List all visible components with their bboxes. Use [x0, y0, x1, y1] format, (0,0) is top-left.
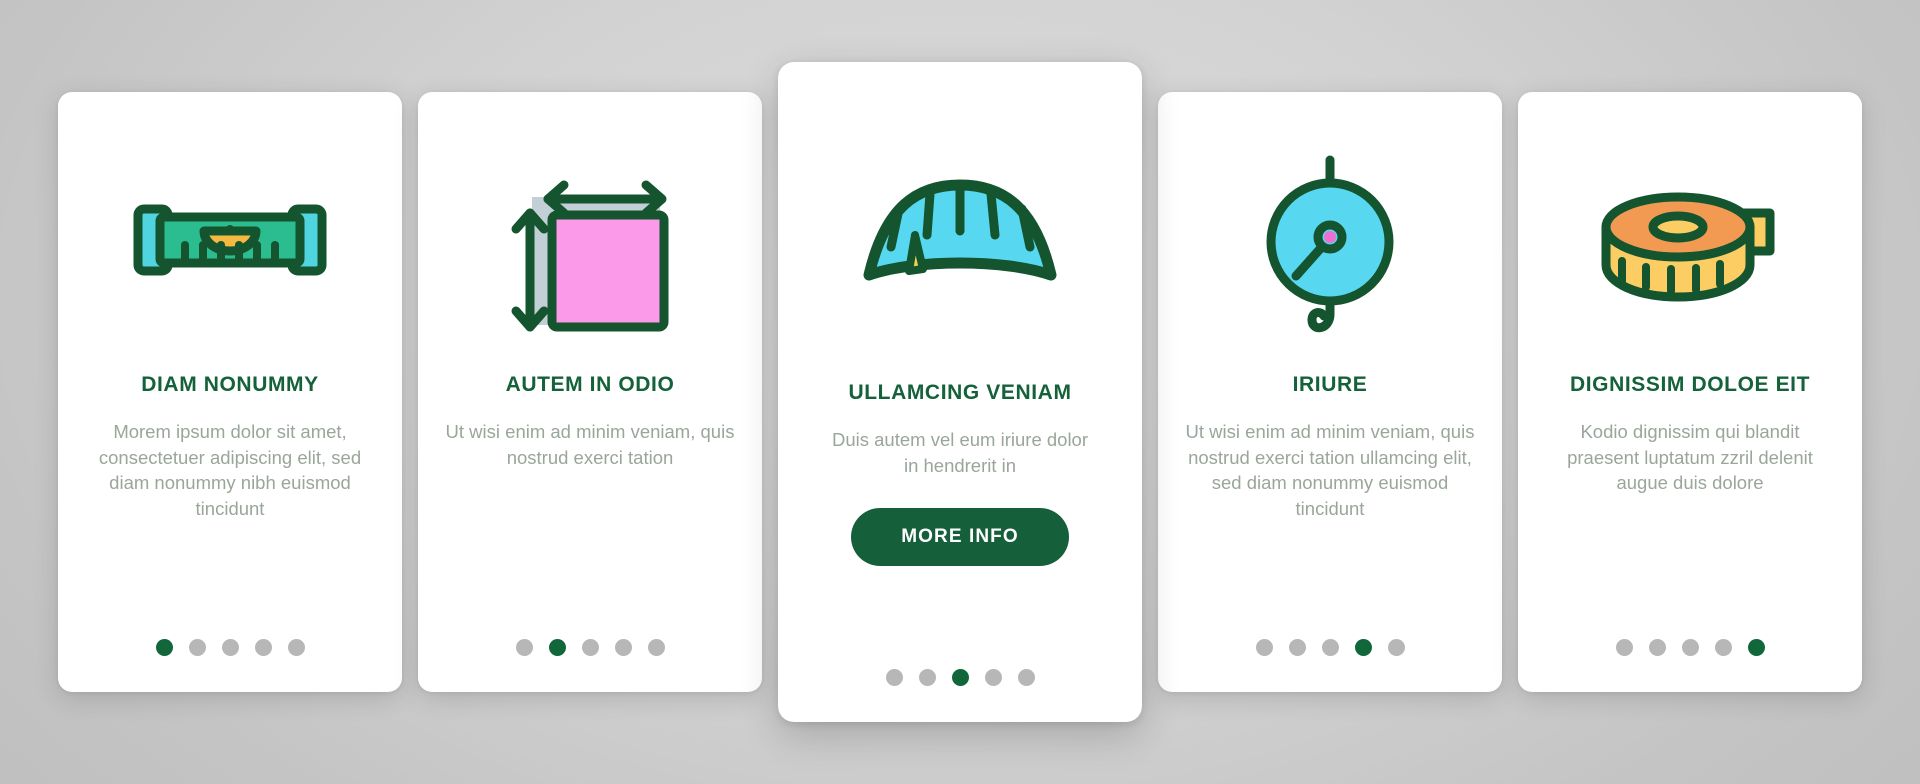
pagination-dot[interactable] — [1681, 639, 1699, 656]
pagination-dots-1 — [155, 639, 305, 656]
card-body: Kodio dignissim qui blandit praesent lup… — [1567, 421, 1813, 494]
pagination-dot[interactable] — [548, 639, 566, 656]
onboarding-card-1[interactable]: DIAM NONUMMY Morem ipsum dolor sit amet,… — [58, 92, 402, 692]
pagination-dots-4 — [1255, 639, 1405, 656]
pagination-dot[interactable] — [188, 639, 206, 656]
pagination-dots-5 — [1615, 639, 1765, 656]
pagination-dot[interactable] — [1648, 639, 1666, 656]
curved-measuring-tape-icon — [804, 96, 1116, 380]
pagination-dot[interactable] — [1714, 639, 1732, 656]
card-body: Ut wisi enim ad minim veniam, quis nostr… — [445, 421, 735, 468]
onboarding-card-3-featured[interactable]: ULLAMCING VENIAM Duis autem vel eum iriu… — [778, 62, 1142, 722]
onboarding-carousel: DIAM NONUMMY Morem ipsum dolor sit amet,… — [0, 0, 1920, 784]
pagination-dot[interactable] — [1747, 639, 1765, 656]
hanging-scale-icon — [1184, 126, 1476, 372]
card-body: Ut wisi enim ad minim veniam, quis nostr… — [1185, 421, 1475, 519]
area-dimensions-icon — [444, 126, 736, 372]
card-body: Morem ipsum dolor sit amet, consectetuer… — [98, 421, 362, 519]
pagination-dot[interactable] — [1615, 639, 1633, 656]
pagination-dot[interactable] — [918, 669, 936, 686]
card-title: ULLAMCING VENIAM — [848, 381, 1072, 404]
card-title: AUTEM IN ODIO — [505, 373, 675, 396]
pagination-dot[interactable] — [287, 639, 305, 656]
card-title: DIGNISSIM DOLOE EIT — [1569, 373, 1811, 396]
pagination-dot[interactable] — [155, 639, 173, 656]
pagination-dot[interactable] — [254, 639, 272, 656]
pagination-dot[interactable] — [1321, 639, 1339, 656]
card-title: DIAM NONUMMY — [141, 373, 319, 396]
pagination-dot[interactable] — [614, 639, 632, 656]
pagination-dot[interactable] — [515, 639, 533, 656]
pagination-dot[interactable] — [221, 639, 239, 656]
card-body: Duis autem vel eum iriure dolor in hendr… — [831, 429, 1089, 476]
pagination-dot[interactable] — [1387, 639, 1405, 656]
pagination-dots-3 — [885, 669, 1035, 686]
pagination-dot[interactable] — [1354, 639, 1372, 656]
pagination-dot[interactable] — [984, 669, 1002, 686]
card-title: IRIURE — [1292, 373, 1368, 396]
pagination-dot[interactable] — [647, 639, 665, 656]
pagination-dots-2 — [515, 639, 665, 656]
onboarding-card-5[interactable]: DIGNISSIM DOLOE EIT Kodio dignissim qui … — [1518, 92, 1862, 692]
pagination-dot[interactable] — [951, 669, 969, 686]
onboarding-card-4[interactable]: IRIURE Ut wisi enim ad minim veniam, qui… — [1158, 92, 1502, 692]
spirit-level-icon — [84, 126, 376, 372]
onboarding-card-2[interactable]: AUTEM IN ODIO Ut wisi enim ad minim veni… — [418, 92, 762, 692]
pagination-dot[interactable] — [885, 669, 903, 686]
more-info-button[interactable]: MORE INFO — [851, 508, 1069, 567]
pagination-dot[interactable] — [1288, 639, 1306, 656]
pagination-dot[interactable] — [1017, 669, 1035, 686]
pagination-dot[interactable] — [1255, 639, 1273, 656]
tape-measure-roll-icon — [1544, 126, 1836, 372]
pagination-dot[interactable] — [581, 639, 599, 656]
